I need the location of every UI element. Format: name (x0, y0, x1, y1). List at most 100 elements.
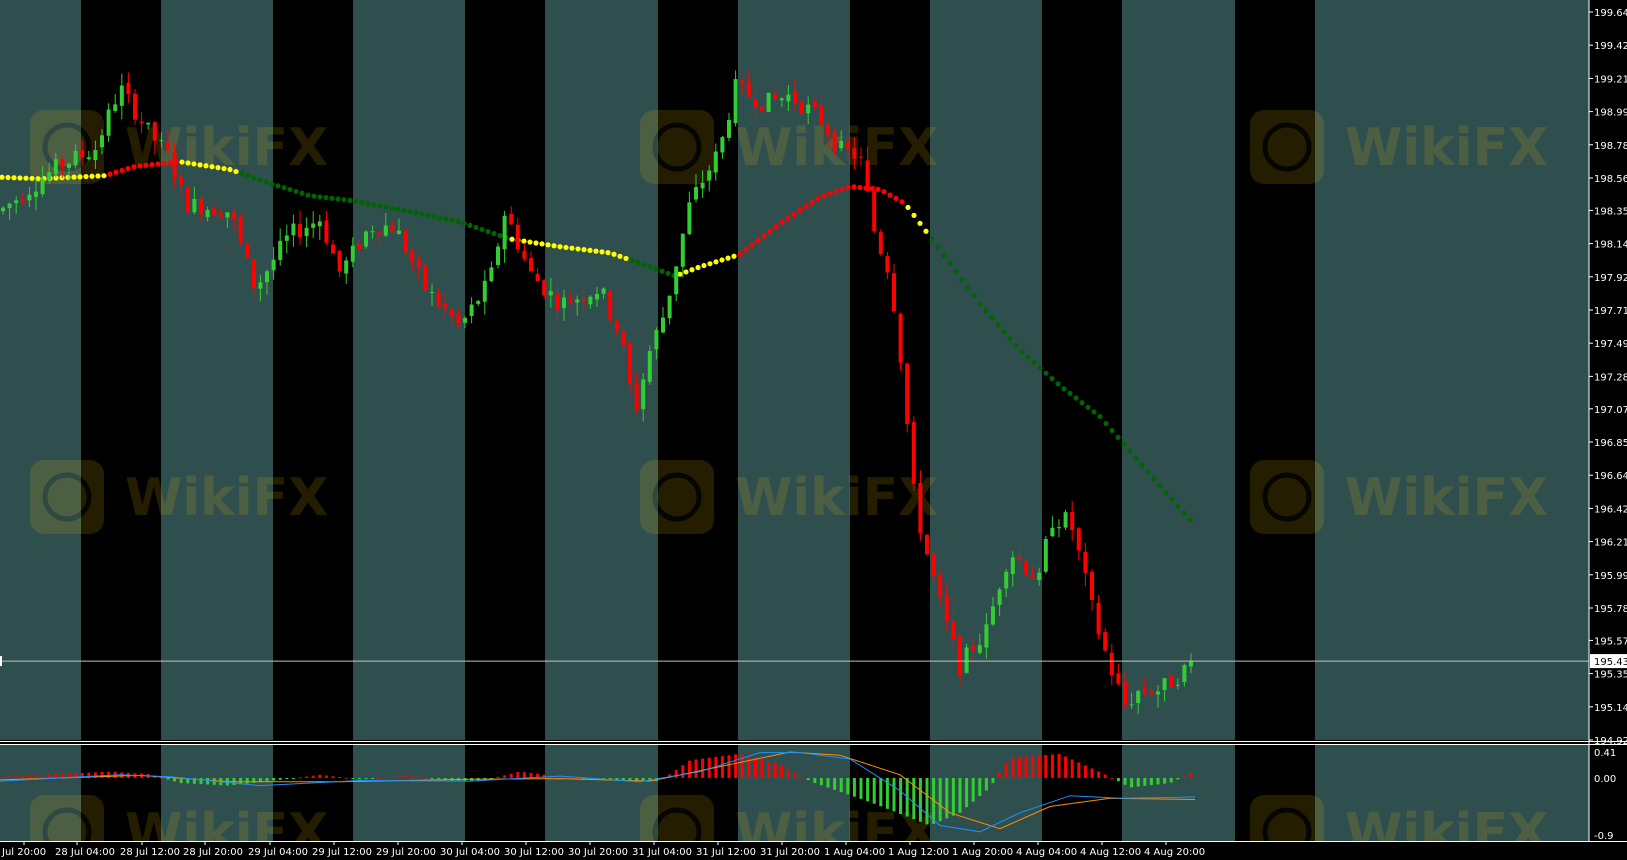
candle[interactable] (185, 185, 190, 213)
macd-bar (1044, 754, 1048, 778)
candle-body (1083, 551, 1088, 573)
ma-dot (155, 161, 161, 167)
macd-bar (833, 777, 837, 790)
candle-body (496, 246, 500, 266)
candle-body (212, 208, 217, 216)
macd-bar (1083, 765, 1087, 778)
ma-dot (131, 164, 137, 170)
candle-body (1024, 561, 1028, 575)
ma-dot (1163, 489, 1169, 496)
candle-body (944, 595, 949, 622)
ma-dot (11, 175, 17, 181)
macd-bar (47, 774, 51, 778)
ma-dot (593, 248, 599, 254)
ma-dot (413, 210, 419, 216)
macd-bar (173, 777, 177, 782)
time-tick-label: 30 Jul 20:00 (568, 847, 628, 858)
time-axis[interactable]: Jul 20:00 28 Jul 04:00 28 Jul 12:00 28 Jul … (0, 841, 1627, 860)
candle[interactable] (905, 362, 910, 433)
candle-body (416, 259, 421, 268)
candle[interactable] (911, 416, 916, 491)
candle[interactable] (423, 264, 428, 294)
time-tick-label: 28 Jul 20:00 (183, 847, 243, 858)
candle[interactable] (364, 230, 368, 249)
candle-body (238, 217, 243, 242)
candle-body (951, 621, 956, 640)
candle[interactable] (647, 345, 652, 385)
macd-bar (390, 776, 394, 778)
candle[interactable] (898, 312, 903, 371)
ma-dot (713, 259, 719, 265)
ma-dot (995, 322, 1001, 328)
candle-body (502, 215, 507, 250)
candle[interactable] (496, 243, 500, 269)
ma-dot (467, 222, 473, 228)
ma-dot (1019, 349, 1025, 355)
time-tick-label: 29 Jul 20:00 (376, 847, 436, 858)
candle[interactable] (1169, 673, 1174, 688)
ma-dot (569, 245, 575, 251)
ma-dot (113, 169, 119, 175)
candle-body (773, 94, 778, 99)
candle-body (713, 151, 718, 173)
macd-bar (34, 775, 38, 778)
candle-body (925, 534, 929, 555)
candle-body (575, 299, 580, 303)
time-tick-label: 1 Aug 20:00 (952, 847, 1013, 858)
candle-body (654, 330, 659, 350)
price-tick-label: 198.140 (1594, 240, 1627, 251)
macd-bar (1057, 753, 1061, 778)
macd-bar (357, 777, 361, 780)
candle[interactable] (925, 533, 929, 556)
macd-bar (998, 773, 1002, 778)
candle-body (166, 142, 170, 150)
candle[interactable] (1063, 509, 1068, 531)
ma-dot (971, 293, 977, 299)
chart-canvas[interactable]: WikiFX WikiFX WikiFXWikiFX WikiFX WikiFXWiki… (0, 0, 1627, 860)
macd-bar (978, 777, 982, 797)
ma-dot (779, 219, 785, 225)
ma-dot (935, 244, 941, 250)
macd-bar (417, 776, 421, 778)
candle[interactable] (1043, 535, 1048, 574)
ma-dot (341, 197, 347, 203)
watermark-badge-icon (30, 110, 104, 184)
ma-dot (245, 173, 251, 179)
macd-bar (839, 777, 843, 793)
candle[interactable] (245, 242, 250, 259)
ma-dot (443, 216, 449, 222)
macd-bar (694, 759, 698, 778)
candle-body (7, 203, 12, 209)
ma-dot (497, 232, 503, 239)
price-tick-label: 195.780 (1594, 604, 1627, 615)
candle-body (482, 280, 487, 302)
candle-body (20, 199, 25, 202)
candle[interactable] (1024, 559, 1028, 577)
ma-dot (623, 255, 629, 262)
macd-bar (1116, 777, 1120, 782)
candle[interactable] (872, 185, 877, 234)
ma-dot (83, 173, 89, 180)
candle[interactable] (964, 643, 969, 674)
ma-dot (431, 214, 437, 220)
macd-bar (54, 774, 58, 778)
candle[interactable] (878, 228, 883, 257)
macd-bar (562, 776, 566, 778)
candle[interactable] (766, 92, 771, 113)
price-tick-label: 196.210 (1594, 538, 1627, 549)
macd-bar (1176, 777, 1180, 780)
price-axis[interactable]: 199.640 199.425 199.210 198.995 198.780 198.5… (1588, 0, 1627, 747)
ma-dot (1043, 370, 1049, 376)
candle-body (852, 148, 857, 159)
candle[interactable] (608, 289, 613, 324)
candle-body (14, 200, 19, 204)
candle-body (159, 140, 164, 142)
ma-dot (389, 205, 395, 211)
session-band-macd (353, 745, 465, 841)
trading-chart-window[interactable]: WikiFX WikiFX WikiFX WikiFX WikiFX WikiFX Wiki… (0, 0, 1627, 860)
candle[interactable] (133, 89, 137, 125)
time-tick-label: 31 Jul 04:00 (632, 847, 692, 858)
price-tick-label: 195.140 (1594, 703, 1627, 714)
candle-body (350, 245, 355, 262)
ma-dot (1025, 354, 1031, 360)
